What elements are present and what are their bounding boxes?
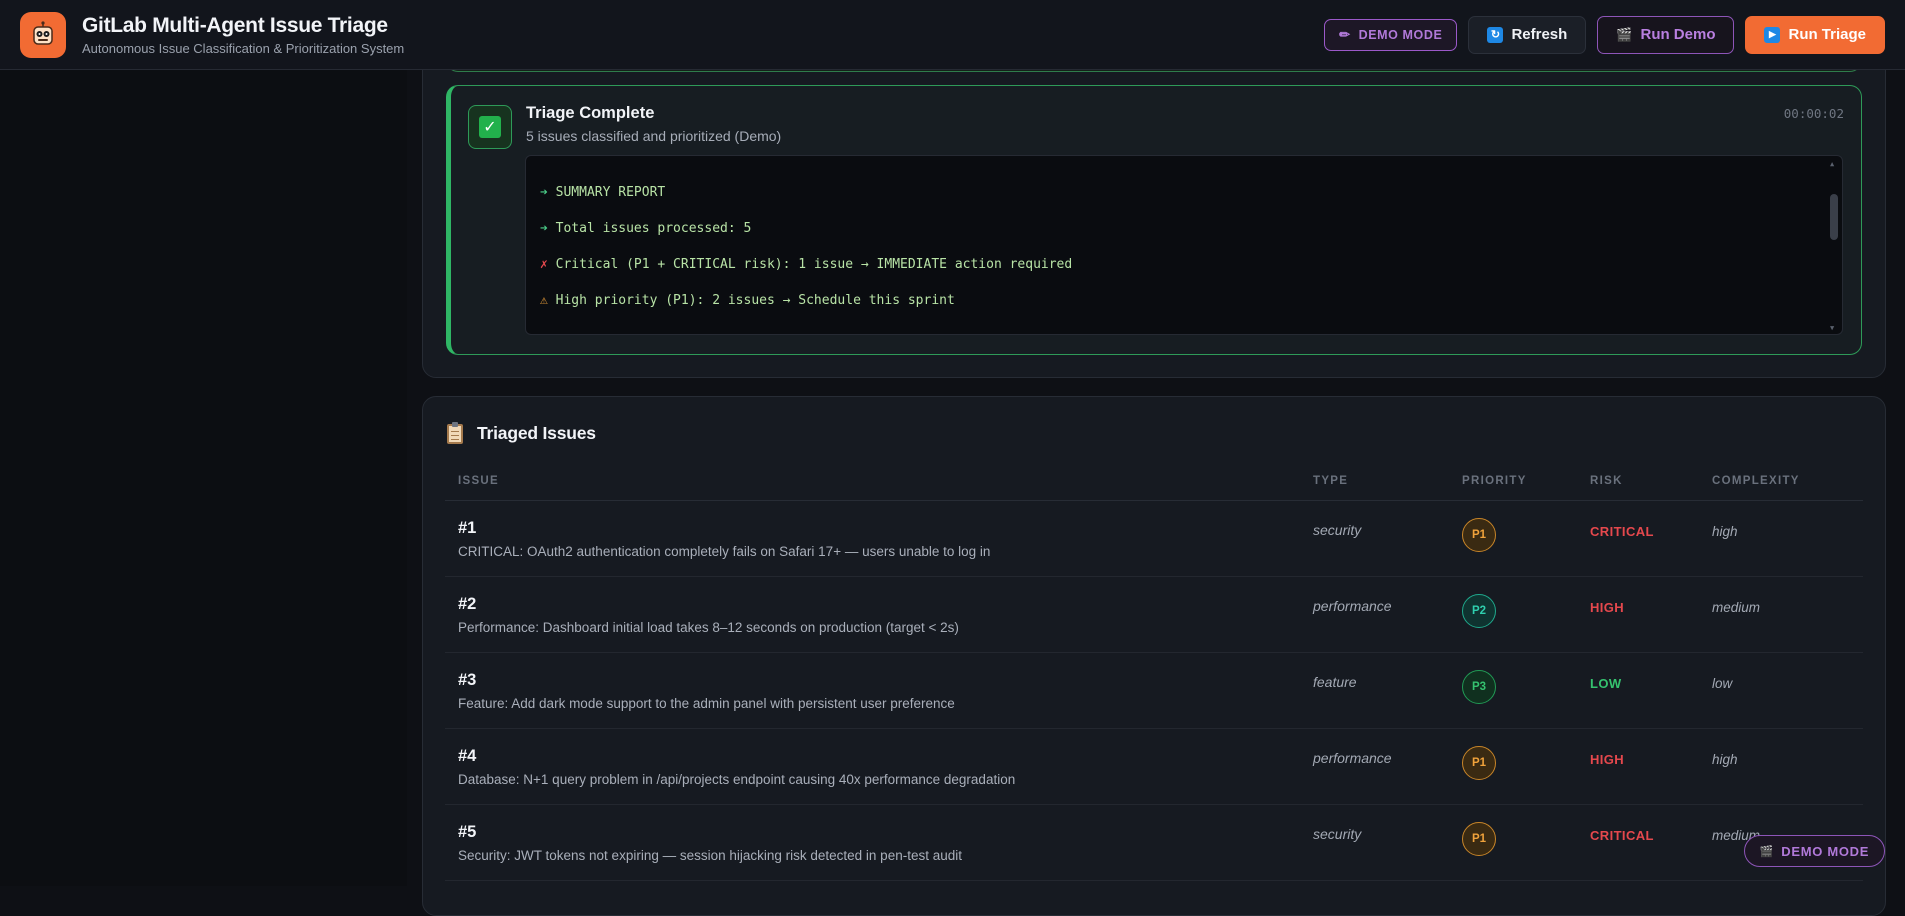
table-row[interactable]: #4 Database: N+1 query problem in /api/p… xyxy=(445,729,1863,805)
priority-badge: P2 xyxy=(1462,594,1496,628)
scroll-up-icon[interactable]: ▲ xyxy=(1830,160,1834,168)
table-row[interactable]: #3 Feature: Add dark mode support to the… xyxy=(445,653,1863,729)
app-title: GitLab Multi-Agent Issue Triage xyxy=(82,13,388,37)
priority-badge: P1 xyxy=(1462,822,1496,856)
issue-number: #2 xyxy=(458,595,477,613)
complexity-level: high xyxy=(1712,524,1738,539)
check-icon: ✓ xyxy=(468,105,512,149)
issue-title: Security: JWT tokens not expiring — sess… xyxy=(458,848,962,863)
app-subtitle: Autonomous Issue Classification & Priori… xyxy=(82,40,405,56)
risk-level: HIGH xyxy=(1590,600,1625,615)
risk-level: HIGH xyxy=(1590,752,1625,767)
scroll-down-icon[interactable]: ▼ xyxy=(1830,324,1834,332)
floating-demo-mode-badge[interactable]: 🎬 DEMO MODE xyxy=(1744,835,1885,867)
clapperboard-icon: 🎬 xyxy=(1759,845,1775,858)
issue-title: Performance: Dashboard initial load take… xyxy=(458,620,959,635)
console-scrollbar[interactable]: ▲ ▼ xyxy=(1828,158,1840,334)
run-triage-label: Run Triage xyxy=(1788,26,1866,43)
demo-mode-button[interactable]: ✏ DEMO MODE xyxy=(1324,18,1458,51)
issue-title: Feature: Add dark mode support to the ad… xyxy=(458,696,955,711)
risk-level: CRITICAL xyxy=(1590,828,1654,843)
issue-title: CRITICAL: OAuth2 authentication complete… xyxy=(458,544,991,559)
issue-title: Database: N+1 query problem in /api/proj… xyxy=(458,772,1016,787)
table-header: ISSUE TYPE PRIORITY RISK COMPLEXITY xyxy=(445,465,1863,501)
warning-icon: ⚠ xyxy=(540,293,548,308)
play-icon: ▶ xyxy=(1764,26,1781,43)
run-demo-label: Run Demo xyxy=(1640,26,1716,43)
scrollbar-thumb[interactable] xyxy=(1830,194,1838,240)
triaged-issues-panel: Triaged Issues ISSUE TYPE PRIORITY RISK … xyxy=(422,396,1886,916)
console-output[interactable]: ➔ SUMMARY REPORT ➔ Total issues processe… xyxy=(525,155,1843,335)
complexity-level: high xyxy=(1712,752,1738,767)
issue-type: security xyxy=(1313,522,1362,538)
console-line: ➔ Total issues processed: 5 xyxy=(540,221,752,236)
table-row[interactable]: #1 CRITICAL: OAuth2 authentication compl… xyxy=(445,501,1863,577)
step-elapsed-time: 00:00:02 xyxy=(1783,106,1844,121)
table-row[interactable]: #5 Security: JWT tokens not expiring — s… xyxy=(445,805,1863,881)
clipboard-icon xyxy=(447,421,463,444)
run-demo-button[interactable]: 🎬 Run Demo xyxy=(1597,15,1735,54)
issue-number: #3 xyxy=(458,671,477,689)
floating-demo-mode-label: DEMO MODE xyxy=(1781,843,1870,859)
refresh-button[interactable]: ↻ Refresh xyxy=(1468,15,1587,54)
app-header: GitLab Multi-Agent Issue Triage Autonomo… xyxy=(0,0,1905,70)
column-header-risk[interactable]: RISK xyxy=(1590,475,1623,487)
priority-badge: P1 xyxy=(1462,746,1496,780)
robot-icon xyxy=(20,11,66,58)
issue-type: feature xyxy=(1313,674,1357,690)
issue-type: performance xyxy=(1313,750,1392,766)
issue-type: security xyxy=(1313,826,1362,842)
risk-level: CRITICAL xyxy=(1590,524,1654,539)
console-line: ➔ SUMMARY REPORT xyxy=(540,185,666,200)
column-header-priority[interactable]: PRIORITY xyxy=(1462,475,1527,487)
step-card-triage-complete: ✓ Triage Complete 5 issues classified an… xyxy=(446,85,1862,355)
console-line: ✗ Critical (P1 + CRITICAL risk): 1 issue… xyxy=(540,257,1073,272)
priority-badge: P1 xyxy=(1462,518,1496,552)
column-header-issue[interactable]: ISSUE xyxy=(458,475,499,487)
sidebar xyxy=(0,70,407,886)
step-title: Triage Complete xyxy=(526,104,655,122)
arrow-icon: ➔ xyxy=(540,221,548,236)
risk-level: LOW xyxy=(1590,676,1622,691)
demo-mode-label: DEMO MODE xyxy=(1358,27,1443,42)
step-description: 5 issues classified and prioritized (Dem… xyxy=(526,128,782,144)
issue-number: #5 xyxy=(458,823,477,841)
run-triage-button[interactable]: ▶ Run Triage xyxy=(1745,15,1885,54)
triaged-issues-heading: Triaged Issues xyxy=(477,423,596,443)
issue-number: #1 xyxy=(458,519,477,537)
console-line: ⚠ High priority (P1): 2 issues → Schedul… xyxy=(540,293,955,308)
issue-type: performance xyxy=(1313,598,1392,614)
pencil-icon: ✏ xyxy=(1339,26,1351,42)
issue-number: #4 xyxy=(458,747,477,765)
column-header-type[interactable]: TYPE xyxy=(1313,475,1348,487)
table-row[interactable]: #2 Performance: Dashboard initial load t… xyxy=(445,577,1863,653)
refresh-label: Refresh xyxy=(1511,26,1568,43)
clapperboard-icon: 🎬 xyxy=(1616,26,1633,42)
refresh-icon: ↻ xyxy=(1487,26,1504,43)
complexity-level: medium xyxy=(1712,600,1761,615)
cross-icon: ✗ xyxy=(540,257,548,272)
priority-badge: P3 xyxy=(1462,670,1496,704)
column-header-complexity[interactable]: COMPLEXITY xyxy=(1712,475,1800,487)
arrow-icon: ➔ xyxy=(540,185,548,200)
complexity-level: low xyxy=(1712,676,1733,691)
